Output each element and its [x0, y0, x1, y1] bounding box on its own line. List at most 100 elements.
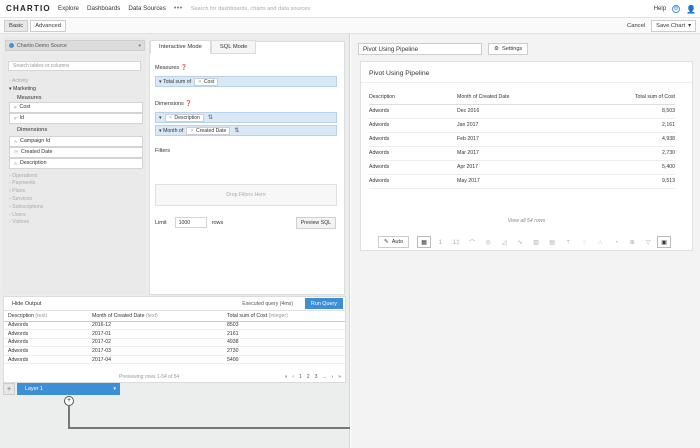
field-campaign-id[interactable]: A Campaign Id	[9, 136, 143, 147]
donut-chart-icon[interactable]: ◎	[481, 236, 495, 248]
dimension-field-chip[interactable]: ✕ Created Date	[186, 126, 231, 135]
settings-label: Settings	[502, 46, 523, 52]
chartio-logo[interactable]: CHARTIO	[6, 4, 58, 13]
single-value-icon[interactable]: 1	[433, 236, 447, 248]
help-link[interactable]: Help	[654, 6, 666, 12]
scatter-icon[interactable]: ⁘	[577, 236, 591, 248]
add-layer-button[interactable]: +	[3, 383, 15, 395]
table-activity[interactable]: › Activity	[9, 78, 143, 86]
global-search-input[interactable]: Search for dashboards, charts and data s…	[191, 6, 310, 12]
column-header: Total sum of Cost	[580, 90, 675, 105]
page-link-3[interactable]: 3	[315, 374, 318, 380]
area-chart-icon[interactable]: ◿	[497, 236, 511, 248]
table-label: Services	[12, 195, 33, 202]
table-cell: Apr 2017	[457, 160, 581, 175]
save-chart-button[interactable]: Save Chart ▾	[651, 20, 696, 32]
table-operations[interactable]: › Operations	[9, 173, 143, 181]
table-services[interactable]: › Services	[9, 196, 143, 204]
help-icon[interactable]: ❓	[185, 101, 192, 107]
table-cell: 5400	[223, 355, 345, 365]
settings-button[interactable]: ⚙ Settings	[488, 43, 529, 55]
table-marketing[interactable]: ▾ Marketing	[9, 86, 143, 94]
table-payments[interactable]: › Payments	[9, 180, 143, 188]
field-created-date[interactable]: ◷ Created Date	[9, 147, 143, 158]
dimension-pill-description[interactable]: ▾ ✕ Description ⇅	[155, 112, 337, 123]
table-cell: Adwords	[4, 338, 88, 348]
preview-sql-button[interactable]: Preview SQL	[295, 217, 336, 229]
last-page-link[interactable]: »	[338, 374, 341, 380]
close-icon[interactable]: ✕	[190, 128, 194, 134]
chart-preview-pane: Pivot Using Pipeline ⚙ Settings Pivot Us…	[351, 34, 700, 448]
tab-sql-mode[interactable]: SQL Mode	[210, 40, 257, 54]
table-viz-icon[interactable]: ▦	[417, 236, 432, 248]
tab-interactive-mode[interactable]: Interactive Mode	[150, 40, 211, 54]
chart-title-input[interactable]: Pivot Using Pipeline	[358, 43, 482, 55]
page-link-1[interactable]: 1	[299, 374, 302, 380]
bubble-icon[interactable]: ∴	[593, 236, 607, 248]
table-label: Operations	[12, 172, 38, 179]
sort-icon[interactable]: ⇅	[234, 127, 239, 134]
column-header[interactable]: Description (text)	[4, 312, 88, 322]
tab-advanced[interactable]: Advanced	[30, 19, 66, 32]
notifications-icon[interactable]: ❂	[672, 5, 681, 13]
nav-dashboards[interactable]: Dashboards	[87, 5, 120, 12]
run-query-button[interactable]: Run Query	[304, 298, 343, 309]
data-source-select[interactable]: Chartio Demo Source ▾	[5, 40, 145, 51]
bar-chart-icon[interactable]: ▥	[529, 236, 543, 248]
nav-explore[interactable]: Explore	[58, 5, 79, 12]
table-label: Subscriptions	[12, 203, 44, 210]
close-icon[interactable]: ✕	[198, 79, 202, 85]
filters-dropzone[interactable]: Drop Filters Here	[155, 184, 337, 206]
first-page-link[interactable]: «	[285, 374, 288, 380]
field-id[interactable]: # Id	[9, 113, 143, 124]
dimension-pill-created-date[interactable]: ▾ Month of ✕ Created Date ⇅	[155, 125, 337, 136]
stacked-bar-icon[interactable]: ▤	[545, 236, 559, 248]
hide-output-button[interactable]: Hide Output	[12, 301, 41, 307]
table-users[interactable]: › Users	[9, 212, 143, 220]
limit-input[interactable]: 1000	[174, 217, 207, 228]
schema-search-input[interactable]: Search tables or columns	[8, 61, 141, 71]
next-page-link[interactable]: ›	[332, 374, 334, 380]
measure-field-chip[interactable]: ✕ Cost	[194, 77, 219, 86]
add-step-button[interactable]: +	[64, 396, 74, 406]
pipeline-connector	[68, 427, 350, 429]
table-cell: Jan 2017	[457, 118, 581, 133]
cancel-button[interactable]: Cancel	[627, 23, 645, 29]
close-icon[interactable]: ✕	[169, 115, 173, 121]
page-links: « ‹ 1 2 3 ... › »	[285, 374, 341, 380]
tab-basic[interactable]: Basic	[4, 19, 29, 32]
table-cell: Adwords	[4, 355, 88, 365]
measure-pill[interactable]: ▾ Total sum of ✕ Cost	[155, 76, 337, 87]
help-icon[interactable]: ❓	[181, 65, 188, 71]
column-header[interactable]: Month of Created Date (text)	[88, 312, 223, 322]
image-icon[interactable]: ▣	[657, 236, 672, 248]
single-value-change-icon[interactable]: 1‡	[449, 236, 463, 248]
calendar-icon: ◷	[14, 149, 18, 155]
chevron-down-icon: ▾	[159, 78, 162, 85]
line-icon[interactable]: ∿	[513, 236, 527, 248]
table-subscriptions[interactable]: › Subscriptions	[9, 204, 143, 212]
table-plans[interactable]: › Plans	[9, 188, 143, 196]
pie-chart-icon[interactable]: ◔	[609, 236, 623, 248]
dimension-field-chip[interactable]: ✕ Description	[164, 113, 204, 122]
table-cell: Adwords	[4, 321, 88, 331]
field-description[interactable]: A Description	[9, 158, 143, 169]
layer-tab[interactable]: Layer 1 ▾	[17, 383, 120, 395]
field-cost[interactable]: # Cost	[9, 102, 143, 113]
funnel-icon[interactable]: ⇡	[561, 236, 575, 248]
view-all-rows-link[interactable]: View all 54 rows	[361, 218, 692, 224]
auto-viz-button[interactable]: ✎ Auto	[378, 236, 410, 248]
nav-data-sources[interactable]: Data Sources	[128, 5, 166, 12]
user-icon[interactable]: 👤	[686, 5, 696, 14]
map-icon[interactable]: ⊕	[625, 236, 639, 248]
line-chart-icon[interactable]: ⌒	[465, 236, 479, 248]
prev-page-link[interactable]: ‹	[292, 374, 294, 380]
filter-icon[interactable]: ▽	[641, 236, 655, 248]
query-builder: Interactive Mode SQL Mode Measures ❓ ▾ T…	[149, 40, 345, 295]
sort-icon[interactable]: ⇅	[208, 114, 213, 121]
page-link-2[interactable]: 2	[307, 374, 310, 380]
table-visitors[interactable]: › Visitors	[9, 219, 143, 227]
column-header[interactable]: Total sum of Cost (integer)	[223, 312, 345, 322]
more-menu-icon[interactable]: •••	[174, 5, 183, 12]
limit-row: Limit 1000 rows	[155, 217, 223, 228]
